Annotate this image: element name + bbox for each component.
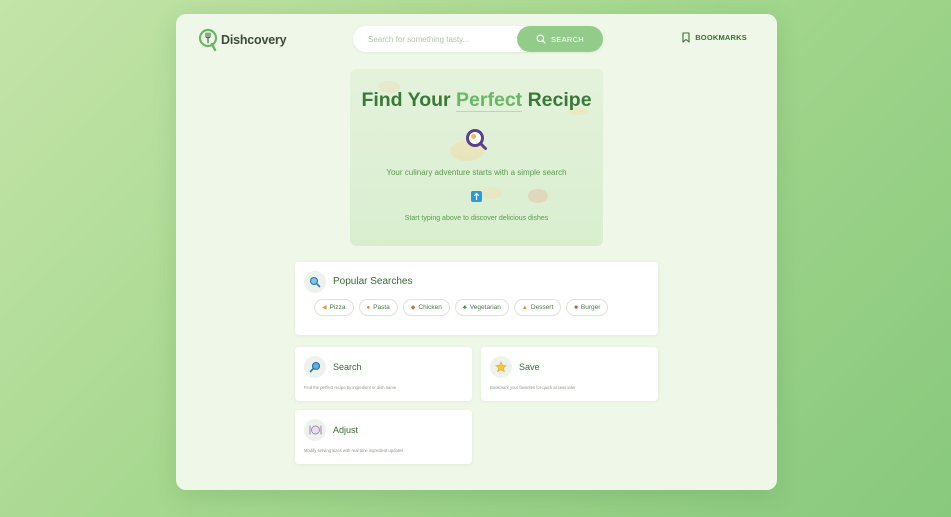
hero-title: Find Your Perfect Recipe	[350, 89, 603, 112]
feature-description: Modify serving sizes with real-time ingr…	[304, 448, 404, 453]
chip-dessert[interactable]: ▲ Dessert	[513, 299, 562, 316]
plate-icon	[304, 419, 326, 441]
logo-text: Dishcovery	[221, 33, 287, 47]
search-icon	[536, 34, 546, 44]
pizza-icon: ◀	[322, 305, 327, 311]
broccoli-icon: ♣	[462, 304, 467, 311]
chip-label: Pasta	[373, 304, 390, 311]
search-button-label: SEARCH	[550, 34, 585, 44]
decor-blob	[482, 187, 502, 199]
logo-icon	[198, 28, 218, 52]
search-bar: SEARCH	[353, 26, 603, 52]
hero-title-start: Find Your	[361, 89, 457, 111]
chip-vegetarian[interactable]: ♣ Vegetarian	[454, 299, 509, 316]
popular-chips: ◀ Pizza ● Pasta ◆ Chicken ♣ Vegetarian ▲ Dess…	[314, 299, 609, 316]
popular-searches-card: Popular Searches ◀ Pizza ● Pasta ◆ Chicken …	[295, 262, 658, 335]
feature-card-adjust: Adjust Modify serving sizes with real-ti…	[295, 410, 472, 464]
chip-pizza[interactable]: ◀ Pizza	[314, 299, 354, 316]
chip-chicken[interactable]: ◆ Chicken	[402, 299, 450, 316]
cake-icon: ▲	[521, 304, 528, 311]
hero-title-end: Recipe	[522, 89, 592, 111]
feature-card-save: Save Bookmark your favorites for quick a…	[481, 347, 658, 401]
search-button[interactable]: SEARCH	[517, 26, 603, 52]
chip-label: Chicken	[418, 304, 442, 311]
popular-search-icon	[304, 271, 326, 293]
hero-hint: Start typing above to discover delicious…	[404, 215, 549, 222]
chip-label: Dessert	[530, 304, 554, 311]
pasta-icon: ●	[366, 304, 371, 311]
feature-description: Find the perfect recipe by ingredient or…	[304, 385, 397, 390]
feature-title: Save	[519, 362, 540, 372]
logo[interactable]: Dishcovery	[198, 28, 287, 52]
magnifier-illustration-icon	[466, 129, 487, 150]
feature-title: Adjust	[333, 425, 359, 435]
chicken-icon: ◆	[410, 305, 416, 311]
hero-title-accent: Perfect	[456, 89, 523, 112]
chip-burger[interactable]: ■ Burger	[566, 299, 609, 316]
chip-pasta[interactable]: ● Pasta	[358, 299, 398, 316]
magnifier-icon	[304, 356, 326, 378]
hero-section: Find Your Perfect Recipe Your culinary a…	[350, 69, 603, 246]
chip-label: Vegetarian	[469, 304, 501, 311]
chip-label: Pizza	[329, 304, 346, 311]
bookmarks-label: BOOKMARKS	[695, 33, 747, 42]
burger-icon: ■	[574, 304, 578, 311]
feature-card-search: Search Find the perfect recipe by ingred…	[295, 347, 472, 401]
decor-blob	[528, 189, 548, 203]
popular-searches-title: Popular Searches	[333, 276, 413, 287]
chip-label: Burger	[580, 304, 601, 311]
hero-subtitle: Your culinary adventure starts with a si…	[386, 168, 567, 177]
pointer-up-icon	[471, 191, 482, 202]
feature-title: Search	[333, 362, 362, 372]
feature-description: Bookmark your favorites for quick access…	[490, 385, 576, 390]
bookmark-icon	[682, 32, 690, 43]
bookmarks-link[interactable]: BOOKMARKS	[682, 32, 747, 43]
star-icon	[490, 356, 512, 378]
search-input[interactable]	[353, 26, 518, 52]
app-container: Dishcovery SEARCH BOOKMARKS Find Your Pe…	[176, 14, 777, 490]
